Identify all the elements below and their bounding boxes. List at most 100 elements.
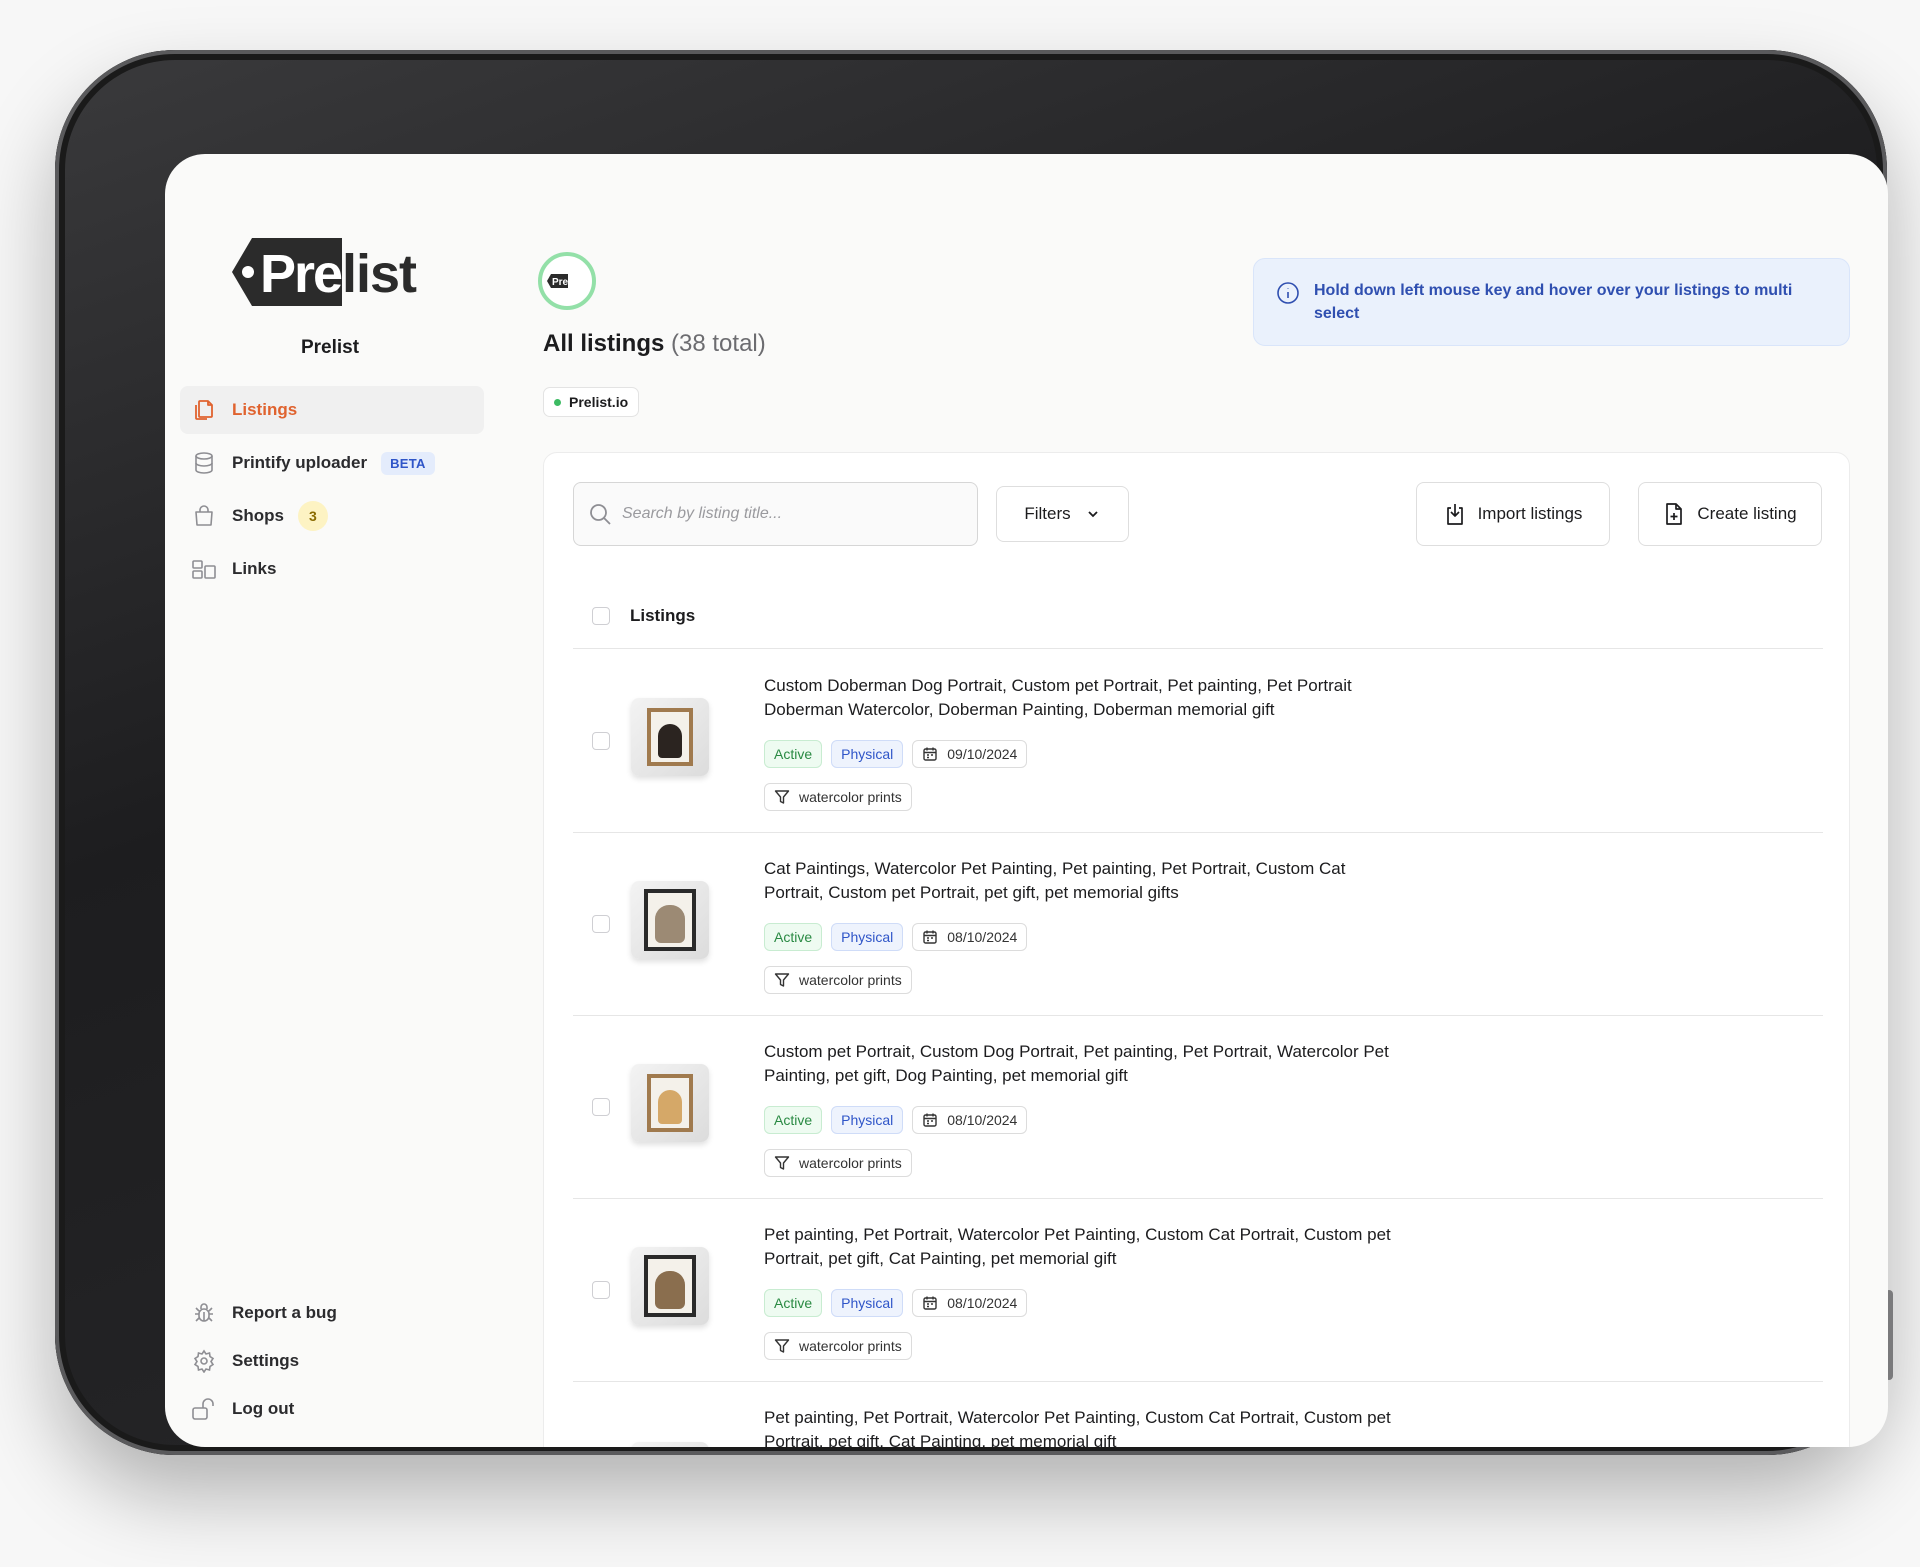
row-checkbox[interactable] <box>592 915 610 933</box>
row-checkbox[interactable] <box>592 1281 610 1299</box>
collection-badge[interactable]: watercolor prints <box>764 783 912 811</box>
database-icon <box>190 449 218 477</box>
select-all-checkbox[interactable] <box>592 606 610 625</box>
pet-figure <box>658 724 682 758</box>
create-listing-button[interactable]: Create listing <box>1638 482 1822 546</box>
date-text: 08/10/2024 <box>947 1112 1018 1128</box>
type-badge: Physical <box>831 923 904 951</box>
sidebar-item-shops[interactable]: Shops 3 <box>180 492 484 540</box>
listing-title[interactable]: Pet painting, Pet Portrait, Watercolor P… <box>764 1223 1404 1271</box>
filter-icon <box>774 1155 790 1171</box>
date-text: 09/10/2024 <box>947 746 1018 762</box>
collection-text: watercolor prints <box>799 972 902 988</box>
listing-title[interactable]: Pet painting, Pet Portrait, Watercolor P… <box>764 1406 1404 1447</box>
sidebar-item-label: Report a bug <box>232 1303 337 1322</box>
import-label: Import listings <box>1477 504 1583 523</box>
sidebar-item-report-bug[interactable]: Report a bug <box>180 1289 484 1337</box>
copy-icon <box>190 396 218 424</box>
listing-title[interactable]: Cat Paintings, Watercolor Pet Painting, … <box>764 857 1404 905</box>
listing-rows: Custom Doberman Dog Portrait, Custom pet… <box>573 650 1823 1447</box>
sidebar-item-logout[interactable]: Log out <box>180 1385 484 1433</box>
unlock-icon <box>190 1395 218 1423</box>
sidebar-item-listings[interactable]: Listings <box>180 386 484 434</box>
search-input[interactable] <box>622 505 942 523</box>
type-badge: Physical <box>831 1106 904 1134</box>
status-badge: Active <box>764 1106 823 1134</box>
layout-icon <box>190 555 218 583</box>
listing-title[interactable]: Custom Doberman Dog Portrait, Custom pet… <box>764 674 1404 722</box>
list-header-label: Listings <box>630 605 696 625</box>
listing-tags: Active Physical 09/10/2024 <box>764 740 1036 768</box>
pet-figure <box>655 905 685 943</box>
row-checkbox[interactable] <box>592 732 610 750</box>
collection-text: watercolor prints <box>799 1155 902 1171</box>
page-title: All listings (38 total) <box>543 330 766 358</box>
svg-text:Pre: Pre <box>260 244 342 304</box>
info-banner: Hold down left mouse key and hover over … <box>1253 258 1850 346</box>
listing-title[interactable]: Custom pet Portrait, Custom Dog Portrait… <box>764 1040 1404 1088</box>
listing-tags: Active Physical 08/10/2024 <box>764 1289 1036 1317</box>
date-text: 08/10/2024 <box>947 929 1018 945</box>
brand-name: Prelist <box>300 337 360 358</box>
listing-tags: Active Physical 08/10/2024 <box>764 1106 1036 1134</box>
listing-thumbnail[interactable] <box>631 698 709 776</box>
search-box[interactable] <box>573 482 978 546</box>
sidebar-item-settings[interactable]: Settings <box>180 1337 484 1385</box>
shops-count-badge: 3 <box>297 501 328 531</box>
collection-badge[interactable]: watercolor prints <box>764 1149 912 1177</box>
filter-icon <box>774 972 790 988</box>
status-dot <box>554 398 561 406</box>
listing-row[interactable]: Custom pet Portrait, Custom Dog Portrait… <box>573 1016 1823 1199</box>
collection-badge[interactable]: watercolor prints <box>764 1332 912 1360</box>
shop-chip-label: Prelist.io <box>569 394 629 410</box>
prelist-logo: Pre list <box>232 238 418 306</box>
listing-thumbnail[interactable] <box>631 1064 709 1142</box>
shop-chip[interactable]: Prelist.io <box>543 387 640 417</box>
sidebar: Pre list Prelist Listings Printify uploa… <box>165 154 495 1447</box>
chevron-down-icon <box>1085 506 1101 522</box>
type-badge: Physical <box>831 1289 904 1317</box>
beta-badge: BETA <box>381 451 435 475</box>
listing-thumbnail[interactable] <box>631 1247 709 1325</box>
frame-image <box>647 1074 693 1132</box>
listing-total: (38 total) <box>671 330 766 357</box>
sidebar-item-printify-uploader[interactable]: Printify uploader BETA <box>180 439 484 487</box>
sidebar-bottom-nav: Report a bug Settings Log out <box>180 1289 484 1433</box>
status-badge: Active <box>764 923 823 951</box>
import-listings-button[interactable]: Import listings <box>1416 482 1610 546</box>
status-badge: Active <box>764 1289 823 1317</box>
screen: Pre list Prelist Listings Printify uploa… <box>165 154 1888 1447</box>
shopping-bag-icon <box>190 502 218 530</box>
collection-badge[interactable]: watercolor prints <box>764 966 912 994</box>
svg-text:Prelist: Prelist <box>552 277 583 288</box>
date-badge: 09/10/2024 <box>912 740 1028 768</box>
sidebar-item-label: Log out <box>232 1399 295 1418</box>
listing-row[interactable]: Pet painting, Pet Portrait, Watercolor P… <box>573 1199 1823 1382</box>
page-title-text: All listings <box>543 330 665 357</box>
listing-thumbnail[interactable] <box>631 881 709 959</box>
info-message: Hold down left mouse key and hover over … <box>1314 282 1793 322</box>
listing-row[interactable]: Custom Doberman Dog Portrait, Custom pet… <box>573 650 1823 833</box>
filters-label: Filters <box>1024 504 1071 523</box>
listing-tags: Active Physical 08/10/2024 <box>764 923 1036 951</box>
date-badge: 08/10/2024 <box>912 923 1028 951</box>
import-icon <box>1444 502 1466 526</box>
collection-text: watercolor prints <box>799 789 902 805</box>
sidebar-item-label: Shops <box>232 506 284 525</box>
file-plus-icon <box>1663 502 1685 526</box>
sidebar-nav: Listings Printify uploader BETA Shops 3 <box>180 386 484 598</box>
listing-row[interactable]: Cat Paintings, Watercolor Pet Painting, … <box>573 833 1823 1016</box>
filters-button[interactable]: Filters <box>996 486 1129 542</box>
row-checkbox[interactable] <box>592 1098 610 1116</box>
date-badge: 08/10/2024 <box>912 1106 1028 1134</box>
bug-icon <box>190 1299 218 1327</box>
shop-avatar[interactable]: Prelist <box>538 252 596 310</box>
tablet-frame: Pre list Prelist Listings Printify uploa… <box>55 50 1893 1455</box>
listing-row[interactable]: Pet painting, Pet Portrait, Watercolor P… <box>573 1382 1823 1447</box>
info-icon <box>1276 281 1300 312</box>
gear-icon <box>190 1347 218 1375</box>
listing-thumbnail[interactable] <box>631 1442 709 1447</box>
sidebar-item-links[interactable]: Links <box>180 545 484 593</box>
calendar-icon <box>922 929 938 945</box>
calendar-icon <box>922 1112 938 1128</box>
